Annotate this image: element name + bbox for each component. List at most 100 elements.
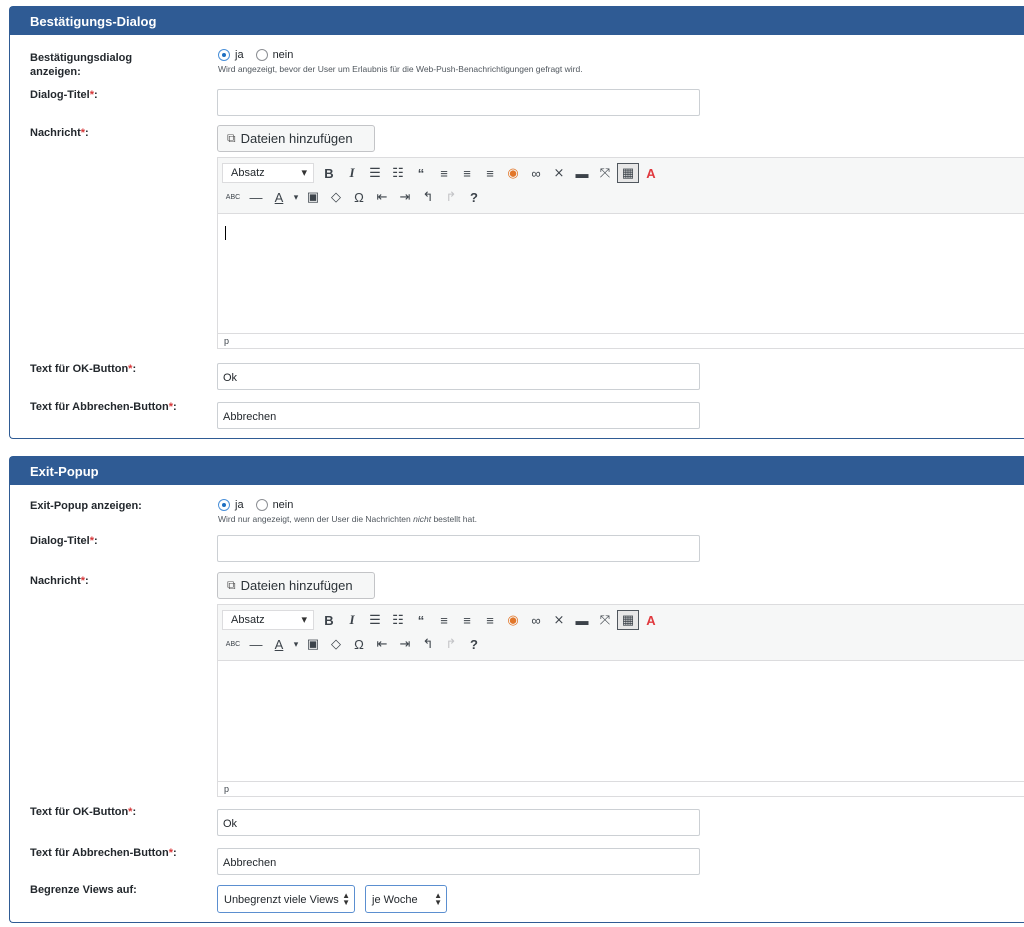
bold-icon[interactable]: B	[318, 162, 340, 184]
toolbar-toggle-icon[interactable]: ▦	[617, 163, 639, 183]
blockquote-icon[interactable]: “	[410, 162, 432, 184]
editor-path: p	[218, 781, 1024, 796]
add-media-button[interactable]: ⧉ Dateien hinzufügen	[217, 125, 375, 152]
editor-toolbar: Absatz B I ☰ ☷ “ ≡ ≡ ≡ ◉ ∞ ⨯ ▬ ⤧ ▦ A ABC…	[218, 158, 1024, 214]
strikethrough-icon[interactable]: ABC	[222, 186, 244, 208]
dialog-title-label: Dialog-Titel*:	[30, 535, 98, 547]
align-right-icon[interactable]: ≡	[479, 162, 501, 184]
cancel-button-input[interactable]: Abbrechen	[217, 402, 700, 429]
help-icon[interactable]: ?	[463, 633, 485, 655]
cancel-button-input[interactable]: Abbrechen	[217, 848, 700, 875]
format-select[interactable]: Absatz	[222, 163, 314, 183]
panel-exit-popup: Exit-Popup Exit-Popup anzeigen: ja nein …	[9, 456, 1024, 923]
period-value: je Woche	[372, 894, 418, 906]
bold-icon[interactable]: B	[318, 609, 340, 631]
redo-icon[interactable]: ↱	[440, 633, 462, 655]
outdent-icon[interactable]: ⇤	[371, 633, 393, 655]
read-more-icon[interactable]: ▬	[571, 162, 593, 184]
radio-no-label: nein	[272, 499, 294, 511]
align-left-icon[interactable]: ≡	[433, 162, 455, 184]
unlink-icon[interactable]: ⨯	[548, 609, 570, 631]
editor-content[interactable]	[218, 215, 1024, 333]
fullscreen-icon[interactable]: ⤧	[594, 609, 616, 631]
editor-content[interactable]	[218, 662, 1024, 781]
limit-views-label: Begrenze Views auf:	[30, 884, 137, 896]
radio-yes-label: ja	[235, 499, 244, 511]
toolbar-toggle-icon[interactable]: ▦	[617, 610, 639, 630]
clear-formatting-icon[interactable]: ◇	[325, 633, 347, 655]
select-arrows-icon: ▲ ▼	[342, 891, 350, 907]
help-icon[interactable]: ?	[463, 186, 485, 208]
radio-yes[interactable]	[218, 49, 230, 61]
strikethrough-icon[interactable]: ABC	[222, 633, 244, 655]
numbered-list-icon[interactable]: ☷	[387, 162, 409, 184]
editor-path: p	[218, 333, 1024, 348]
show-dialog-hint: Wird angezeigt, bevor der User um Erlaub…	[218, 64, 583, 74]
horizontal-line-icon[interactable]: —	[245, 633, 267, 655]
media-icon: ⧉	[227, 131, 236, 145]
undo-icon[interactable]: ↰	[417, 633, 439, 655]
radio-yes[interactable]	[218, 499, 230, 511]
text-color-icon[interactable]: A	[268, 186, 290, 208]
add-media-button[interactable]: ⧉ Dateien hinzufügen	[217, 572, 375, 599]
undo-icon[interactable]: ↰	[417, 186, 439, 208]
italic-icon[interactable]: I	[341, 162, 363, 184]
align-right-icon[interactable]: ≡	[479, 609, 501, 631]
blockquote-icon[interactable]: “	[410, 609, 432, 631]
redo-icon[interactable]: ↱	[440, 186, 462, 208]
text-color-icon[interactable]: A	[268, 633, 290, 655]
show-popup-radios: ja nein	[218, 499, 305, 511]
link-icon[interactable]: ∞	[525, 162, 547, 184]
align-center-icon[interactable]: ≡	[456, 609, 478, 631]
italic-icon[interactable]: I	[341, 609, 363, 631]
format-select[interactable]: Absatz	[222, 610, 314, 630]
clear-formatting-icon[interactable]: ◇	[325, 186, 347, 208]
special-char-icon[interactable]: Ω	[348, 633, 370, 655]
indent-icon[interactable]: ⇥	[394, 186, 416, 208]
period-select[interactable]: je Woche ▲ ▼	[365, 885, 447, 913]
panel-title: Exit-Popup	[10, 457, 1024, 485]
views-limit-value: Unbegrenzt viele Views	[224, 894, 339, 906]
ok-button-label: Text für OK-Button*:	[30, 363, 137, 375]
indent-icon[interactable]: ⇥	[394, 633, 416, 655]
acrobat-icon[interactable]: A	[640, 609, 662, 631]
paste-text-icon[interactable]: ▣	[302, 186, 324, 208]
ok-button-input[interactable]: Ok	[217, 363, 700, 390]
ok-button-input[interactable]: Ok	[217, 809, 700, 836]
unlink-icon[interactable]: ⨯	[548, 162, 570, 184]
message-label: Nachricht*:	[30, 575, 89, 587]
bullet-list-icon[interactable]: ☰	[364, 162, 386, 184]
dialog-title-input[interactable]	[217, 89, 700, 116]
add-media-label: Dateien hinzufügen	[240, 578, 353, 593]
editor-toolbar: Absatz B I ☰ ☷ “ ≡ ≡ ≡ ◉ ∞ ⨯ ▬ ⤧ ▦ A ABC…	[218, 605, 1024, 661]
link-icon[interactable]: ∞	[525, 609, 547, 631]
horizontal-line-icon[interactable]: —	[245, 186, 267, 208]
numbered-list-icon[interactable]: ☷	[387, 609, 409, 631]
align-left-icon[interactable]: ≡	[433, 609, 455, 631]
emoji-icon[interactable]: ◉	[502, 609, 524, 631]
special-char-icon[interactable]: Ω	[348, 186, 370, 208]
show-dialog-radios: ja nein	[218, 49, 305, 61]
paste-text-icon[interactable]: ▣	[302, 633, 324, 655]
text-color-dropdown-icon[interactable]: ▾	[291, 186, 301, 208]
bullet-list-icon[interactable]: ☰	[364, 609, 386, 631]
add-media-label: Dateien hinzufügen	[240, 131, 353, 146]
emoji-icon[interactable]: ◉	[502, 162, 524, 184]
text-color-dropdown-icon[interactable]: ▾	[291, 633, 301, 655]
ok-button-label: Text für OK-Button*:	[30, 806, 137, 818]
views-limit-select[interactable]: Unbegrenzt viele Views ▲ ▼	[217, 885, 355, 913]
message-editor: Absatz B I ☰ ☷ “ ≡ ≡ ≡ ◉ ∞ ⨯ ▬ ⤧ ▦ A ABC…	[217, 157, 1024, 349]
outdent-icon[interactable]: ⇤	[371, 186, 393, 208]
align-center-icon[interactable]: ≡	[456, 162, 478, 184]
radio-no[interactable]	[255, 499, 268, 511]
media-icon: ⧉	[227, 578, 236, 592]
text-cursor	[225, 226, 226, 240]
radio-no-label: nein	[272, 49, 294, 61]
dialog-title-label: Dialog-Titel*:	[30, 89, 98, 101]
fullscreen-icon[interactable]: ⤧	[594, 162, 616, 184]
radio-no[interactable]	[255, 49, 268, 61]
dialog-title-input[interactable]	[217, 535, 700, 562]
cancel-button-label: Text für Abbrechen-Button*:	[30, 401, 177, 413]
acrobat-icon[interactable]: A	[640, 162, 662, 184]
read-more-icon[interactable]: ▬	[571, 609, 593, 631]
